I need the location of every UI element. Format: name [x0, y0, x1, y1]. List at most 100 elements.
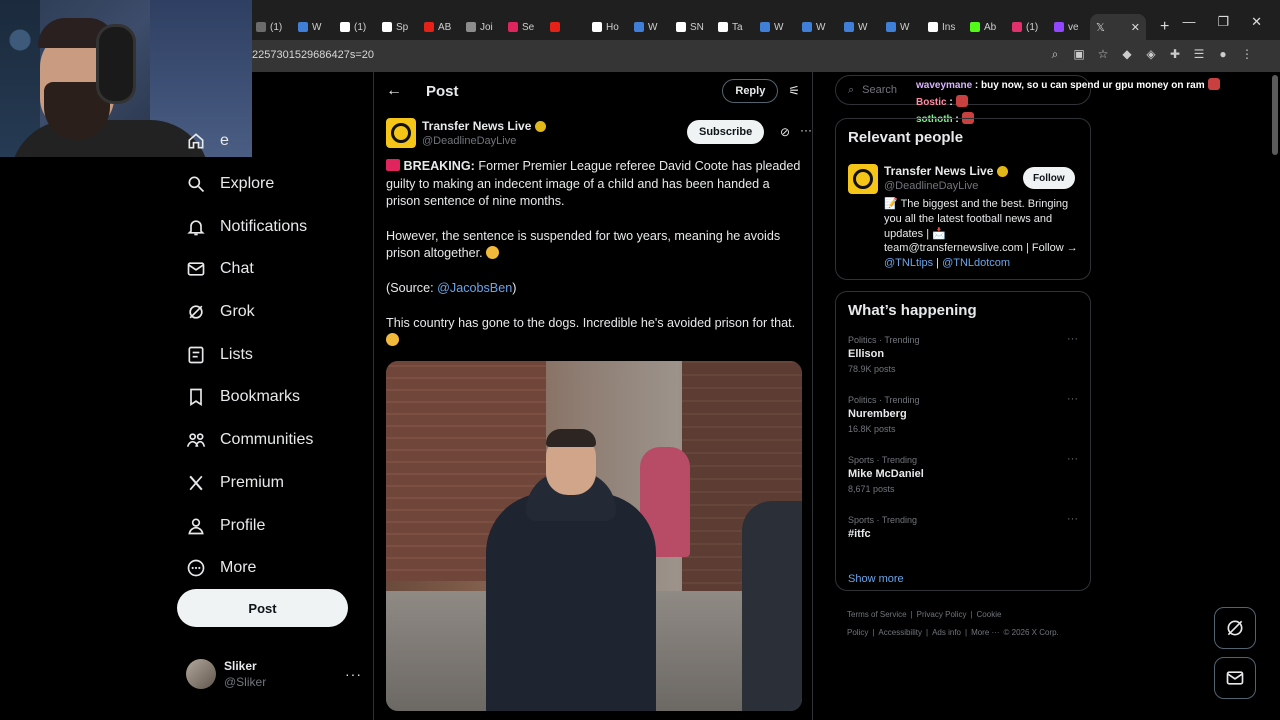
subscribe-button[interactable]: Subscribe: [687, 120, 765, 144]
post-button[interactable]: Post: [177, 589, 348, 627]
browser-tab[interactable]: Sp: [376, 14, 418, 40]
nav-item-premium[interactable]: Premium: [176, 462, 366, 505]
grok-fab[interactable]: [1214, 607, 1256, 649]
url-text[interactable]: 2257301529686427s=20: [252, 49, 374, 61]
tweet-photo[interactable]: [386, 361, 802, 711]
browser-tab[interactable]: W: [292, 14, 334, 40]
trend-item[interactable]: Sports · Trending #itfc ···: [836, 513, 1090, 573]
tweet-source: (Source: @JacobsBen): [386, 280, 802, 298]
relevant-name[interactable]: Transfer News Live: [884, 164, 1009, 178]
avatar: [186, 659, 216, 689]
more-dots-icon[interactable]: ···: [1067, 453, 1078, 465]
browser-tab[interactable]: Ta: [712, 14, 754, 40]
zoom-icon[interactable]: ⌕: [1048, 47, 1062, 62]
footer-link[interactable]: Ads info: [932, 628, 961, 637]
browser-tab[interactable]: [544, 14, 586, 40]
window-controls: — ❐ ✕: [1182, 14, 1280, 30]
footer-links: Terms of Service | Privacy Policy | Cookie P…: [847, 606, 1087, 642]
footer-link[interactable]: Accessibility: [878, 628, 922, 637]
tab-label: ve: [1068, 21, 1079, 33]
minimize-icon[interactable]: —: [1182, 14, 1195, 30]
nav-item-chat[interactable]: Chat: [176, 248, 366, 291]
author-name[interactable]: Transfer News Live: [422, 119, 547, 133]
grok-icon[interactable]: ⊘: [780, 125, 790, 139]
trend-item[interactable]: Politics · Trending Nuremberg 16.8K posts ·…: [836, 393, 1090, 453]
sidebar-icon[interactable]: ☰: [1192, 47, 1206, 62]
browser-tab[interactable]: Joi: [460, 14, 502, 40]
browser-tab[interactable]: Ho: [586, 14, 628, 40]
trend-category: Sports · Trending: [848, 515, 918, 525]
bio-separator: |: [933, 257, 943, 270]
more-dots-icon[interactable]: ···: [800, 123, 812, 137]
browser-tab[interactable]: SN: [670, 14, 712, 40]
browser-tab[interactable]: W: [880, 14, 922, 40]
show-more-link[interactable]: Show more: [836, 573, 1090, 599]
nav-item-more[interactable]: More: [176, 547, 366, 590]
bio-link-tnldotcom[interactable]: @TNLdotcom: [942, 257, 1010, 269]
browser-tab[interactable]: ve: [1048, 14, 1090, 40]
extension-icon[interactable]: ◆: [1120, 47, 1134, 62]
more-dots-icon[interactable]: ···: [1067, 513, 1078, 525]
relevant-people-card: Relevant people Transfer News Live @Dead…: [835, 118, 1091, 280]
trend-item[interactable]: Politics · Trending Ellison 78.9K posts ···: [836, 333, 1090, 393]
browser-tab[interactable]: (1): [250, 14, 292, 40]
browser-tab[interactable]: AB: [418, 14, 460, 40]
active-browser-tab[interactable]: 𝕏 ✕: [1090, 14, 1146, 40]
settings-sliders-icon[interactable]: ⚟: [788, 83, 800, 99]
page-scrollbar[interactable]: [1272, 75, 1278, 155]
restore-icon[interactable]: ❐: [1217, 14, 1229, 30]
shield-icon[interactable]: ◈: [1144, 47, 1158, 62]
browser-tab[interactable]: W: [754, 14, 796, 40]
nav-item-profile[interactable]: Profile: [176, 504, 366, 547]
nav-item-communities[interactable]: Communities: [176, 419, 366, 462]
nav-item-lists[interactable]: Lists: [176, 333, 366, 376]
tab-favicon-icon: [928, 22, 938, 32]
author-handle[interactable]: @DeadlineDayLive: [422, 135, 516, 147]
browser-tab[interactable]: W: [838, 14, 880, 40]
chat-emote-icon: [1207, 78, 1220, 90]
author-avatar[interactable]: [386, 118, 416, 148]
nav-item-notifications[interactable]: Notifications: [176, 205, 366, 248]
back-arrow-icon[interactable]: ←: [386, 82, 414, 100]
close-window-icon[interactable]: ✕: [1251, 14, 1262, 30]
more-dots-icon[interactable]: ···: [1067, 333, 1078, 345]
cast-icon[interactable]: ▣: [1072, 47, 1086, 62]
nav-item-bookmarks[interactable]: Bookmarks: [176, 376, 366, 419]
relevant-avatar[interactable]: [848, 164, 878, 194]
puzzle-icon[interactable]: ✚: [1168, 47, 1182, 62]
menu-icon[interactable]: ⋮: [1240, 47, 1254, 62]
profile-icon[interactable]: ●: [1216, 47, 1230, 62]
tweet-paragraph-4: This country has gone to the dogs. Incre…: [386, 315, 802, 350]
follow-button[interactable]: Follow: [1023, 167, 1075, 189]
footer-link[interactable]: Terms of Service: [847, 610, 907, 619]
account-switcher[interactable]: Sliker @Sliker ···: [186, 657, 362, 691]
trend-item[interactable]: Sports · Trending Mike McDaniel 8,671 post…: [836, 453, 1090, 513]
star-icon[interactable]: ☆: [1096, 47, 1110, 62]
browser-tab[interactable]: Ab: [964, 14, 1006, 40]
footer-link[interactable]: Privacy Policy: [917, 610, 967, 619]
bio-link-tnltips[interactable]: @TNLtips: [884, 257, 933, 269]
browser-tab[interactable]: Ins: [922, 14, 964, 40]
tab-favicon-icon: [676, 22, 686, 32]
browser-tab[interactable]: Se: [502, 14, 544, 40]
nav-item-grok[interactable]: Grok: [176, 291, 366, 334]
footer-link[interactable]: More ···: [971, 628, 999, 637]
close-tab-icon[interactable]: ✕: [1131, 21, 1140, 34]
messages-fab[interactable]: [1214, 657, 1256, 699]
tweet-header: Transfer News Live @DeadlineDayLive Subs…: [386, 118, 812, 152]
reply-button[interactable]: Reply: [722, 79, 779, 103]
browser-tab[interactable]: (1): [334, 14, 376, 40]
nav-item-e[interactable]: e: [176, 120, 366, 163]
nav-item-explore[interactable]: Explore: [176, 163, 366, 206]
browser-tab[interactable]: W: [796, 14, 838, 40]
browser-tab[interactable]: W: [628, 14, 670, 40]
footer-link[interactable]: © 2026 X Corp.: [1004, 628, 1059, 637]
more-dots-icon[interactable]: ···: [345, 666, 362, 682]
nav-item-label: e: [220, 132, 229, 150]
new-tab-icon[interactable]: +: [1160, 18, 1169, 36]
more-dots-icon[interactable]: ···: [1067, 393, 1078, 405]
source-link[interactable]: @JacobsBen: [437, 281, 512, 295]
relevant-handle[interactable]: @DeadlineDayLive: [884, 180, 978, 192]
browser-tab[interactable]: (1): [1006, 14, 1048, 40]
nav-item-label: Bookmarks: [220, 388, 301, 406]
